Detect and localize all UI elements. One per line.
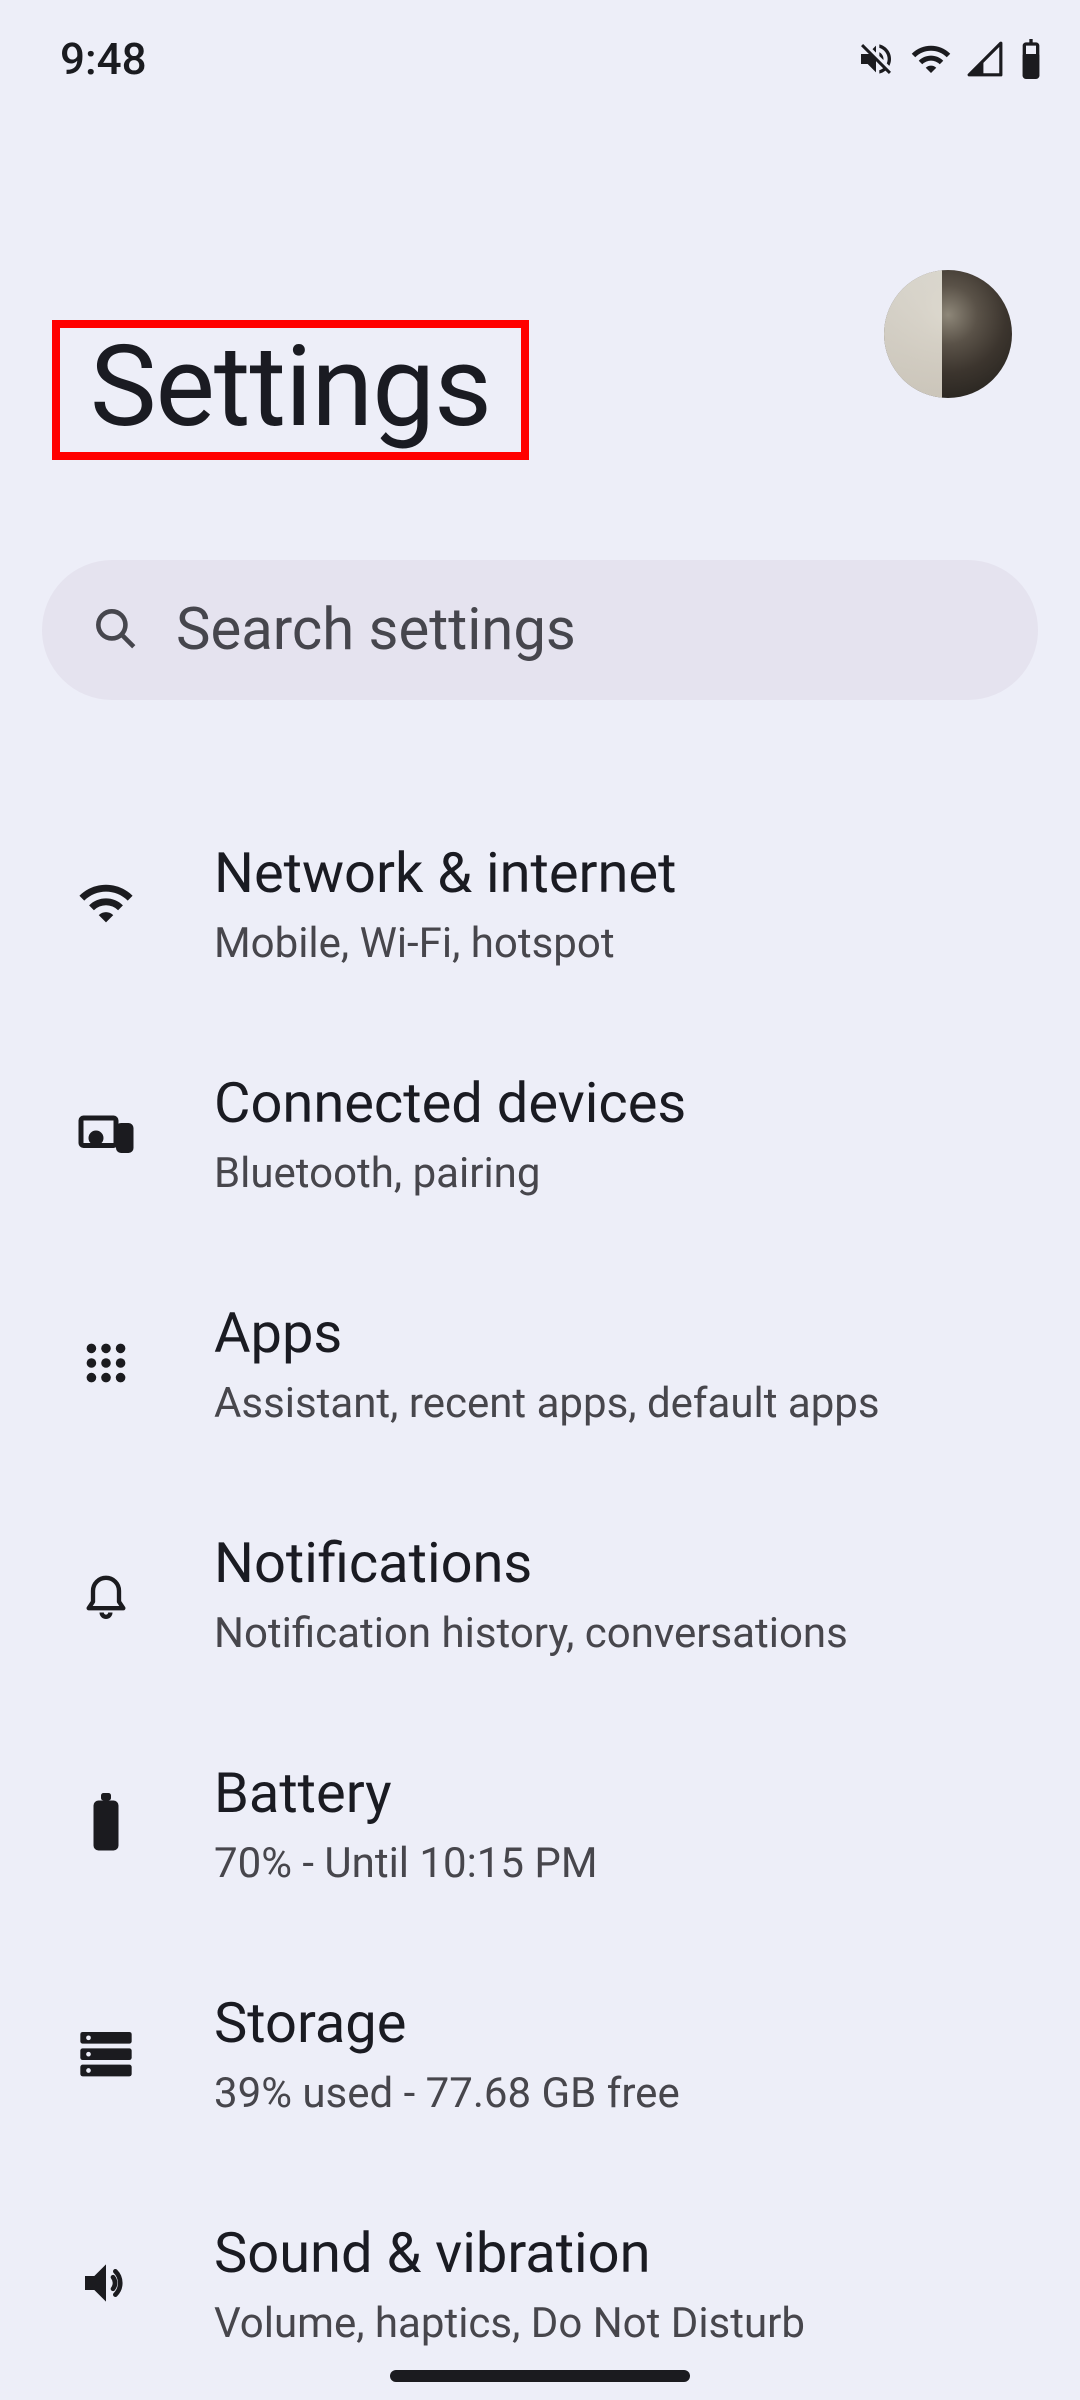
row-storage[interactable]: Storage 39% used - 77.68 GB free: [0, 1940, 1080, 2170]
battery-icon: [1018, 39, 1044, 79]
row-apps[interactable]: Apps Assistant, recent apps, default app…: [0, 1250, 1080, 1480]
row-title: Sound & vibration: [214, 2221, 1036, 2285]
row-network-internet[interactable]: Network & internet Mobile, Wi-Fi, hotspo…: [0, 790, 1080, 1020]
bell-icon: [80, 1563, 132, 1627]
row-subtitle: 39% used - 77.68 GB free: [214, 2069, 1036, 2119]
row-subtitle: Assistant, recent apps, default apps: [214, 1379, 1036, 1429]
profile-avatar[interactable]: [884, 270, 1012, 398]
row-title: Storage: [214, 1991, 1036, 2055]
devices-icon: [76, 1103, 136, 1167]
status-icons: [856, 38, 1044, 80]
mute-icon: [856, 39, 896, 79]
row-subtitle: Notification history, conversations: [214, 1609, 1036, 1659]
row-subtitle: Volume, haptics, Do Not Disturb: [214, 2299, 1036, 2349]
settings-list: Network & internet Mobile, Wi-Fi, hotspo…: [0, 790, 1080, 2400]
cell-signal-icon: [966, 40, 1004, 78]
row-subtitle: Mobile, Wi-Fi, hotspot: [214, 919, 1036, 969]
gesture-nav-handle[interactable]: [390, 2370, 690, 2382]
search-settings[interactable]: Search settings: [42, 560, 1038, 700]
battery-icon: [88, 1793, 124, 1857]
row-title: Network & internet: [214, 841, 1036, 905]
volume-icon: [78, 2255, 134, 2315]
row-connected-devices[interactable]: Connected devices Bluetooth, pairing: [0, 1020, 1080, 1250]
row-title: Connected devices: [214, 1071, 1036, 1135]
search-placeholder: Search settings: [176, 596, 576, 664]
storage-icon: [78, 2029, 134, 2081]
search-icon: [90, 603, 140, 657]
page-title-highlight: Settings: [52, 320, 529, 460]
row-title: Apps: [214, 1301, 1036, 1365]
row-subtitle: Bluetooth, pairing: [214, 1149, 1036, 1199]
status-time: 9:48: [60, 33, 147, 85]
wifi-icon: [77, 874, 135, 936]
wifi-icon: [910, 38, 952, 80]
apps-grid-icon: [81, 1338, 131, 1392]
page-title: Settings: [90, 332, 491, 444]
row-notifications[interactable]: Notifications Notification history, conv…: [0, 1480, 1080, 1710]
row-subtitle: 70% - Until 10:15 PM: [214, 1839, 1036, 1889]
status-bar: 9:48: [0, 0, 1080, 90]
row-title: Battery: [214, 1761, 1036, 1825]
header: Settings: [0, 90, 1080, 460]
row-sound-vibration[interactable]: Sound & vibration Volume, haptics, Do No…: [0, 2170, 1080, 2400]
row-title: Notifications: [214, 1531, 1036, 1595]
row-battery[interactable]: Battery 70% - Until 10:15 PM: [0, 1710, 1080, 1940]
